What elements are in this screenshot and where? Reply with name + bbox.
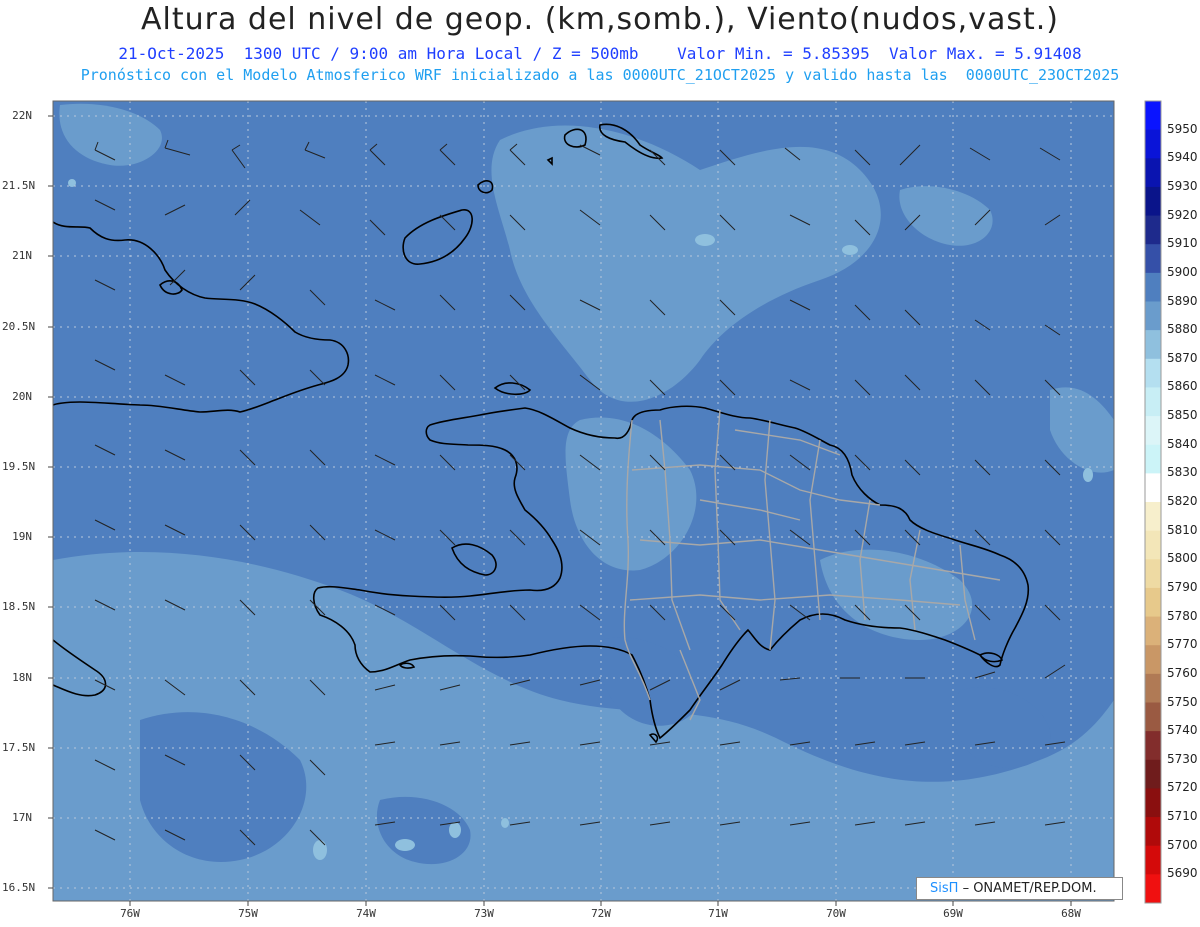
colorbar-level-label: 5710 bbox=[1167, 809, 1198, 824]
colorbar-cell bbox=[1145, 616, 1161, 646]
colorbar-cell bbox=[1145, 788, 1161, 818]
colorbar-level-label: 5860 bbox=[1167, 379, 1198, 394]
colorbar-level-label: 5840 bbox=[1167, 436, 1198, 451]
lat-label: 19.5N bbox=[2, 460, 36, 473]
lat-label: 16.5N bbox=[2, 881, 36, 894]
colorbar-level-label: 5780 bbox=[1167, 608, 1198, 623]
colorbar-cell bbox=[1145, 101, 1161, 131]
colorbar-level-label: 5770 bbox=[1167, 637, 1198, 652]
colorbar bbox=[1144, 100, 1162, 904]
colorbar-cell bbox=[1145, 129, 1161, 159]
colorbar-cell bbox=[1145, 845, 1161, 875]
lat-label: 20.5N bbox=[2, 320, 36, 333]
colorbar-cell bbox=[1145, 330, 1161, 360]
lat-label: 21.5N bbox=[2, 179, 36, 192]
colorbar-cell bbox=[1145, 358, 1161, 388]
colorbar-cell bbox=[1145, 444, 1161, 474]
geopotential-wind-map bbox=[48, 100, 1162, 906]
colorbar-level-label: 5720 bbox=[1167, 780, 1198, 795]
colorbar-level-label: 5760 bbox=[1167, 665, 1198, 680]
lat-label: 19N bbox=[12, 530, 32, 543]
colorbar-cell bbox=[1145, 186, 1161, 217]
lat-label: 20N bbox=[12, 390, 32, 403]
colorbar-level-label: 5700 bbox=[1167, 837, 1198, 852]
colorbar-level-label: 5890 bbox=[1167, 293, 1198, 308]
colorbar-cell bbox=[1145, 473, 1161, 503]
colorbar-cell bbox=[1145, 502, 1161, 532]
colorbar-cell bbox=[1145, 759, 1161, 789]
colorbar-level-label: 5830 bbox=[1167, 465, 1198, 480]
lat-label: 18N bbox=[12, 671, 32, 684]
lon-label: 76W bbox=[120, 907, 140, 920]
lon-label: 70W bbox=[826, 907, 846, 920]
colorbar-cell bbox=[1145, 731, 1161, 761]
colorbar-cell bbox=[1145, 673, 1161, 703]
colorbar-cell bbox=[1145, 817, 1161, 847]
lon-label: 68W bbox=[1061, 907, 1081, 920]
colorbar-cell bbox=[1145, 387, 1161, 417]
lon-label: 73W bbox=[474, 907, 494, 920]
lat-label: 17.5N bbox=[2, 741, 36, 754]
colorbar-level-label: 5690 bbox=[1167, 866, 1198, 881]
lat-label: 22N bbox=[12, 109, 32, 122]
colorbar-cell bbox=[1145, 301, 1161, 331]
colorbar-cell bbox=[1145, 559, 1161, 589]
lon-label: 75W bbox=[238, 907, 258, 920]
colorbar-cell bbox=[1145, 416, 1161, 446]
colorbar-level-label: 5740 bbox=[1167, 723, 1198, 738]
colorbar-level-label: 5850 bbox=[1167, 408, 1198, 423]
colorbar-level-label: 5920 bbox=[1167, 207, 1198, 222]
colorbar-cell bbox=[1145, 530, 1161, 560]
colorbar-cell bbox=[1145, 874, 1161, 904]
colorbar-cell bbox=[1145, 645, 1161, 675]
colorbar-cell bbox=[1145, 587, 1161, 618]
colorbar-cell bbox=[1145, 215, 1161, 245]
colorbar-level-label: 5930 bbox=[1167, 178, 1198, 193]
lat-label: 17N bbox=[12, 811, 32, 824]
colorbar-level-label: 5730 bbox=[1167, 751, 1198, 766]
colorbar-level-label: 5940 bbox=[1167, 150, 1198, 165]
credit-org: – ONAMET/REP.DOM. bbox=[962, 881, 1097, 896]
colorbar-cell bbox=[1145, 158, 1161, 188]
lon-label: 69W bbox=[943, 907, 963, 920]
lat-label: 18.5N bbox=[2, 600, 36, 613]
lon-label: 72W bbox=[591, 907, 611, 920]
colorbar-level-label: 5870 bbox=[1167, 350, 1198, 365]
colorbar-level-label: 5800 bbox=[1167, 551, 1198, 566]
lon-label: 74W bbox=[356, 907, 376, 920]
colorbar-level-label: 5750 bbox=[1167, 694, 1198, 709]
colorbar-level-label: 5820 bbox=[1167, 494, 1198, 508]
colorbar-level-label: 5910 bbox=[1167, 236, 1198, 251]
colorbar-level-label: 5900 bbox=[1167, 264, 1198, 279]
colorbar-cell bbox=[1145, 244, 1161, 274]
colorbar-level-label: 5810 bbox=[1167, 522, 1198, 537]
colorbar-cell bbox=[1145, 272, 1161, 302]
colorbar-level-label: 5880 bbox=[1167, 322, 1198, 337]
sis-logo: SisΠ bbox=[930, 881, 959, 896]
credit-box: SisΠ – ONAMET/REP.DOM. bbox=[916, 877, 1123, 900]
lat-label: 21N bbox=[12, 249, 32, 262]
lon-label: 71W bbox=[708, 907, 728, 920]
colorbar-cell bbox=[1145, 702, 1161, 732]
colorbar-level-label: 5790 bbox=[1167, 579, 1198, 594]
colorbar-level-label: 5950 bbox=[1167, 121, 1198, 136]
